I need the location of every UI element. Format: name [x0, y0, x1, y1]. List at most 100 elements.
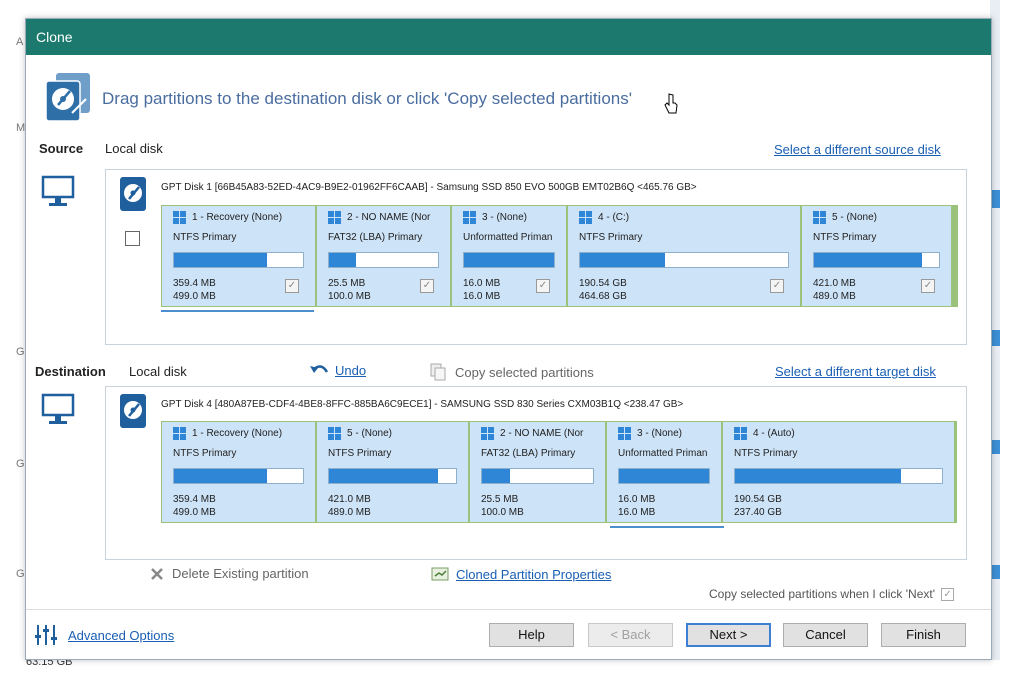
select-target-disk-link[interactable]: Select a different target disk — [775, 364, 936, 379]
undo-button[interactable]: Undo — [309, 363, 366, 378]
cloned-properties-button[interactable]: Cloned Partition Properties — [431, 566, 611, 582]
partition-usage-fill — [174, 253, 267, 267]
partition-select-checkbox[interactable]: ✓ — [536, 279, 550, 293]
partition-total-size: 489.0 MB — [328, 507, 371, 518]
select-source-disk-link[interactable]: Select a different source disk — [774, 142, 941, 157]
partition-total-size: 16.0 MB — [463, 291, 501, 302]
windows-icon — [734, 427, 747, 440]
windows-icon — [328, 211, 341, 224]
source-monitor-icon — [41, 175, 77, 209]
partition-name-label: 3 - (None) — [482, 212, 528, 223]
windows-icon — [481, 427, 494, 440]
source-partition-block[interactable]: 5 - (None) NTFS Primary 421.0 MB 489.0 MB ✓ — [802, 206, 951, 306]
partition-total-size: 100.0 MB — [328, 291, 371, 302]
destination-partition-block[interactable]: 4 - (Auto) NTFS Primary 190.54 GB 237.40 GB — [723, 422, 954, 522]
partition-filesystem: NTFS Primary — [813, 232, 877, 243]
partition-total-size: 499.0 MB — [173, 291, 216, 302]
partition-sizes: 190.54 GB 464.68 GB — [579, 277, 627, 303]
destination-disk-panel: GPT Disk 4 [480A87EB-CDF4-4BE8-8FFC-885B… — [105, 386, 967, 560]
partition-used-size: 421.0 MB — [328, 494, 371, 505]
source-partition-block[interactable]: 3 - (None) Unformatted Priman 16.0 MB 16.0 … — [452, 206, 566, 306]
help-button[interactable]: Help — [489, 623, 574, 647]
partition-name: 2 - NO NAME (Nor — [481, 427, 583, 440]
advanced-options-button[interactable]: Advanced Options — [34, 623, 174, 647]
copy-selected-button[interactable]: Copy selected partitions — [429, 363, 594, 381]
partition-used-size: 190.54 GB — [734, 494, 782, 505]
delete-existing-label: Delete Existing partition — [172, 566, 309, 581]
windows-icon — [579, 211, 592, 224]
destination-partition-row: 1 - Recovery (None) NTFS Primary 359.4 MB 4… — [161, 421, 957, 523]
partition-select-checkbox[interactable]: ✓ — [770, 279, 784, 293]
finish-button[interactable]: Finish — [881, 623, 966, 647]
destination-sublabel: Local disk — [129, 364, 187, 379]
partition-name: 3 - (None) — [463, 211, 527, 224]
source-disk-title: GPT Disk 1 [66B45A83-52ED-4AC9-B9E2-0196… — [161, 182, 697, 193]
partition-name-label: 5 - (None) — [832, 212, 878, 223]
partition-usage-fill — [619, 469, 709, 483]
partition-usage-fill — [174, 469, 267, 483]
partition-usage-bar — [579, 252, 789, 268]
partition-usage-bar — [734, 468, 943, 484]
background-letter: A — [16, 36, 24, 48]
footer-divider — [26, 609, 991, 610]
background-letter: G — [16, 346, 25, 358]
partition-total-size: 464.68 GB — [579, 291, 627, 302]
destination-monitor-icon — [41, 393, 77, 427]
partition-total-size: 16.0 MB — [618, 507, 656, 518]
partition-sizes: 16.0 MB 16.0 MB — [618, 493, 655, 519]
partition-name-label: 2 - NO NAME (Nor — [347, 212, 431, 223]
partition-name: 5 - (None) — [813, 211, 877, 224]
mouse-pointer-icon — [664, 93, 678, 114]
back-button[interactable]: < Back — [588, 623, 673, 647]
partition-name: 4 - (C:) — [579, 211, 629, 224]
background-letter: G — [16, 458, 25, 470]
source-partition-block[interactable]: 1 - Recovery (None) NTFS Primary 359.4 MB 4… — [162, 206, 315, 306]
partition-name: 1 - Recovery (None) — [173, 427, 282, 440]
partition-select-checkbox[interactable]: ✓ — [285, 279, 299, 293]
partition-filesystem: NTFS Primary — [579, 232, 643, 243]
partition-name: 4 - (Auto) — [734, 427, 795, 440]
copy-selected-label: Copy selected partitions — [455, 364, 594, 380]
partition-sizes: 16.0 MB 16.0 MB — [463, 277, 500, 303]
destination-disk-icon — [119, 393, 147, 429]
partition-select-checkbox[interactable]: ✓ — [921, 279, 935, 293]
next-button[interactable]: Next > — [686, 623, 771, 647]
destination-partition-block[interactable]: 3 - (None) Unformatted Priman 16.0 MB 16.0 … — [607, 422, 721, 522]
partition-select-checkbox[interactable]: ✓ — [420, 279, 434, 293]
partition-usage-fill — [482, 469, 510, 483]
source-select-checkbox[interactable] — [125, 231, 140, 246]
destination-disk-title: GPT Disk 4 [480A87EB-CDF4-4BE8-8FFC-885B… — [161, 399, 684, 410]
cloned-properties-label: Cloned Partition Properties — [456, 566, 612, 582]
partition-name: 5 - (None) — [328, 427, 392, 440]
partition-name-label: 5 - (None) — [347, 428, 393, 439]
windows-icon — [328, 427, 341, 440]
partition-filesystem: FAT32 (LBA) Primary — [328, 232, 423, 243]
destination-partition-block[interactable]: 2 - NO NAME (Nor FAT32 (LBA) Primary 25.5 … — [470, 422, 605, 522]
partition-used-size: 25.5 MB — [328, 278, 366, 289]
partition-filesystem: NTFS Primary — [328, 448, 392, 459]
source-selection-underline — [161, 310, 314, 312]
windows-icon — [813, 211, 826, 224]
source-partition-block[interactable]: 4 - (C:) NTFS Primary 190.54 GB 464.68 GB ✓ — [568, 206, 800, 306]
partition-filesystem: NTFS Primary — [173, 448, 237, 459]
instruction-text: Drag partitions to the destination disk … — [102, 89, 632, 108]
cancel-button[interactable]: Cancel — [783, 623, 868, 647]
windows-icon — [618, 427, 631, 440]
partition-filesystem: Unformatted Priman — [618, 448, 708, 459]
partition-usage-bar — [813, 252, 940, 268]
partition-sizes: 421.0 MB 489.0 MB — [813, 277, 856, 303]
partition-name: 3 - (None) — [618, 427, 682, 440]
destination-label: Destination — [35, 364, 106, 379]
partition-name-label: 4 - (Auto) — [753, 428, 795, 439]
copy-on-next-label: Copy selected partitions when I click 'N… — [709, 587, 936, 601]
partition-usage-fill — [329, 253, 357, 267]
source-partition-block[interactable]: 2 - NO NAME (Nor FAT32 (LBA) Primary 25.5 … — [317, 206, 450, 306]
partition-name-label: 1 - Recovery (None) — [192, 212, 283, 223]
partition-used-size: 359.4 MB — [173, 494, 216, 505]
destination-partition-block[interactable]: 1 - Recovery (None) NTFS Primary 359.4 MB 4… — [162, 422, 315, 522]
destination-partition-block[interactable]: 5 - (None) NTFS Primary 421.0 MB 489.0 MB — [317, 422, 468, 522]
partition-filesystem: FAT32 (LBA) Primary — [481, 448, 576, 459]
delete-existing-button[interactable]: Delete Existing partition — [150, 566, 309, 581]
copy-on-next-checkbox[interactable]: ✓ — [941, 587, 955, 601]
copy-on-next-option[interactable]: Copy selected partitions when I click 'N… — [709, 587, 955, 601]
